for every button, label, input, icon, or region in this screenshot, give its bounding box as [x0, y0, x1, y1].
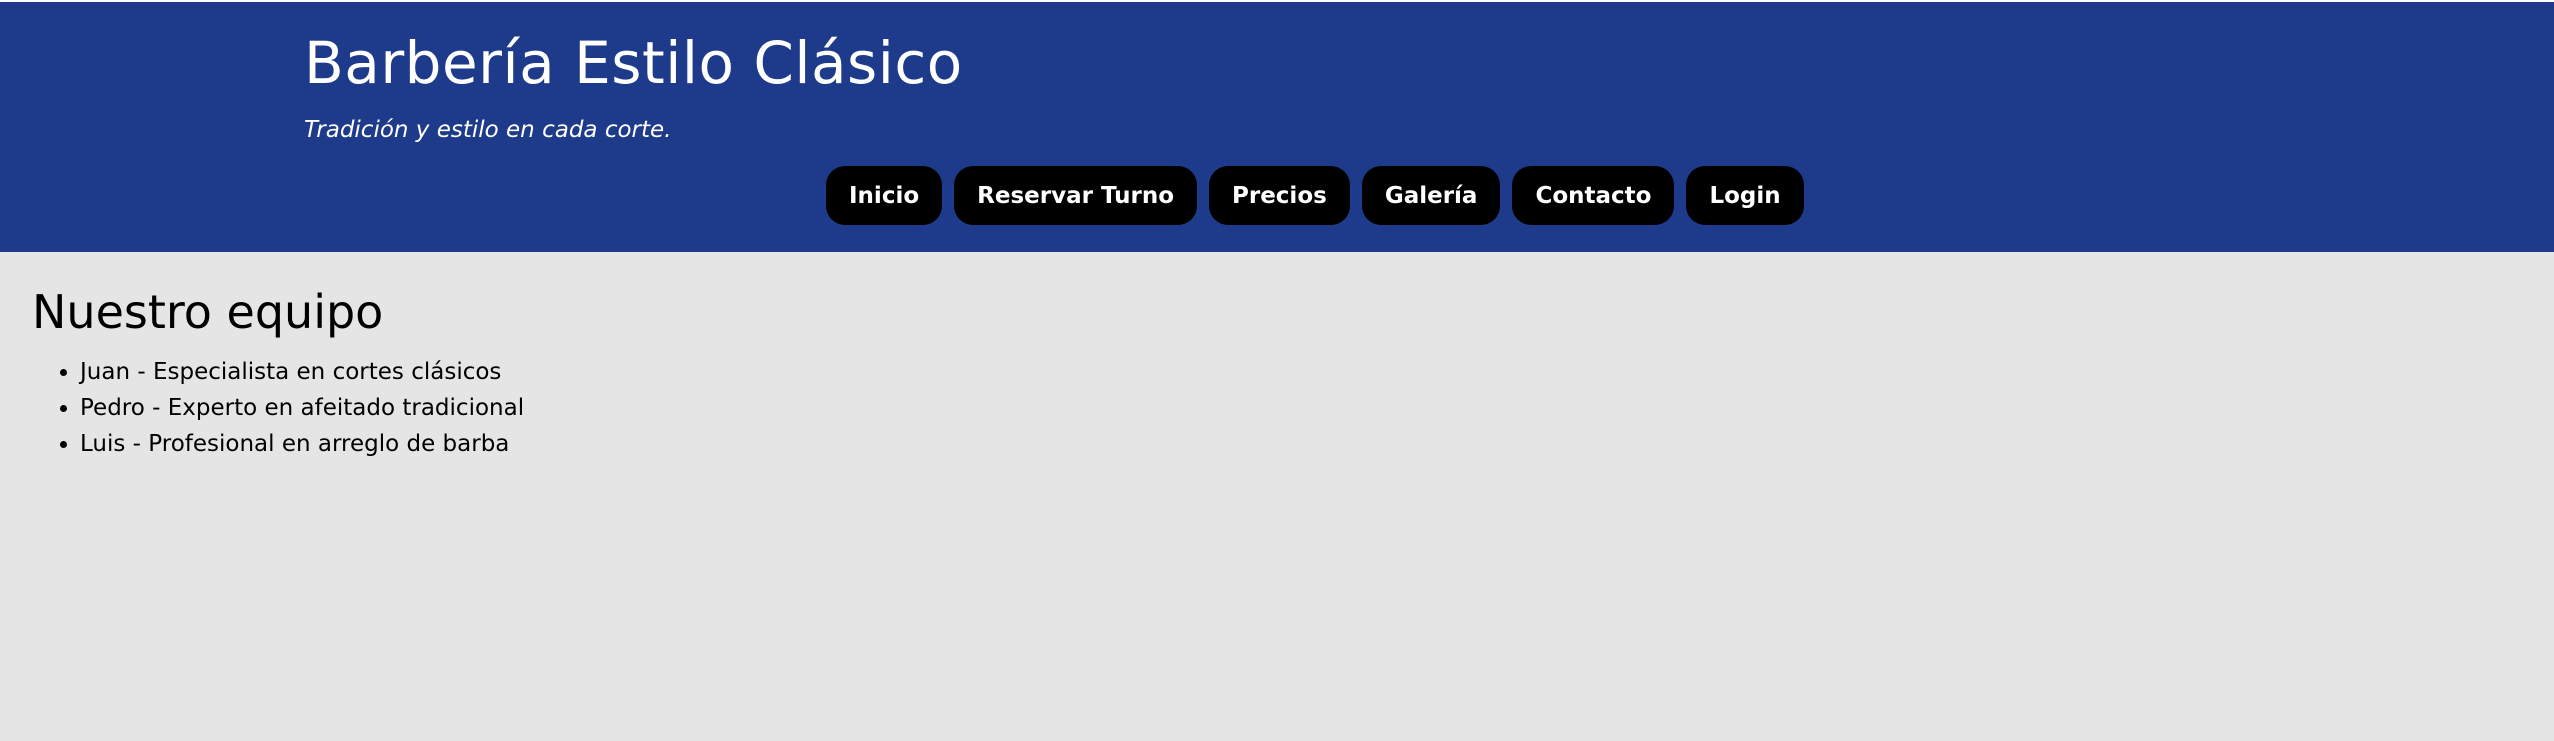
nav-inicio-button[interactable]: Inicio [826, 166, 943, 225]
nav-galeria-button[interactable]: Galería [1361, 166, 1501, 225]
team-member-item: Luis - Profesional en arreglo de barba [80, 426, 524, 462]
main-content: Nuestro equipo Juan - Especialista en co… [32, 284, 524, 462]
main-nav: Inicio Reservar Turno Precios Galería Co… [826, 166, 1804, 225]
team-member-item: Juan - Especialista en cortes clásicos [80, 354, 524, 390]
nav-contacto-button[interactable]: Contacto [1512, 166, 1675, 225]
nav-precios-button[interactable]: Precios [1209, 166, 1350, 225]
site-header: Barbería Estilo Clásico Tradición y esti… [0, 0, 2554, 252]
team-section-title: Nuestro equipo [32, 285, 384, 339]
team-list: Juan - Especialista en cortes clásicos P… [32, 354, 524, 462]
nav-reservar-turno-button[interactable]: Reservar Turno [954, 166, 1197, 225]
site-tagline: Tradición y estilo en cada corte. [304, 117, 672, 143]
site-title: Barbería Estilo Clásico [304, 29, 963, 97]
team-member-item: Pedro - Experto en afeitado tradicional [80, 390, 524, 426]
nav-login-button[interactable]: Login [1686, 166, 1804, 225]
